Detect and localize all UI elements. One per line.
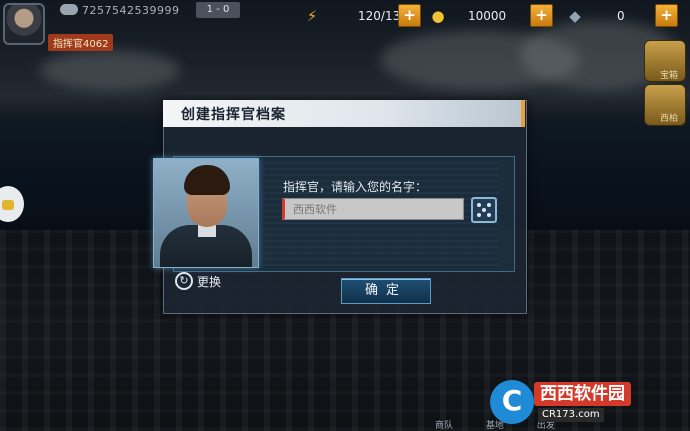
coin-stack-icon: ● (431, 7, 445, 25)
swap-portrait-button[interactable]: 更换 (197, 273, 221, 290)
watermark-logo: C 西西软件园 CR173.com (490, 380, 686, 424)
vip-badge: 1 - 0 (196, 2, 240, 18)
gold-counter: ● 10000 (428, 6, 528, 26)
player-name: 指挥官4062 (48, 34, 114, 51)
dialog-title-bar: 创建指挥官档案 (163, 100, 525, 127)
dice-pip (487, 203, 491, 207)
gold-value: 10000 (468, 9, 507, 23)
commander-portrait[interactable] (153, 158, 259, 268)
diamond-value: 0 (617, 9, 625, 23)
add-gold-button[interactable]: + (530, 4, 553, 27)
confirm-button[interactable]: 确定 (341, 278, 431, 304)
dialog-title: 创建指挥官档案 (181, 107, 286, 123)
lightning-icon: ⚡ (306, 7, 318, 25)
add-diamond-button[interactable]: + (655, 4, 678, 27)
watermark-domain: CR173.com (538, 408, 604, 422)
tab-icon (2, 200, 14, 210)
portrait-hair (184, 165, 230, 195)
player-avatar[interactable] (3, 3, 45, 45)
diamond-counter: ◆ 0 (565, 6, 635, 26)
dice-pip (487, 213, 491, 217)
diamond-icon: ◆ (569, 7, 581, 25)
player-id: 7257542539999 (82, 4, 180, 17)
top-hud: 7257542539999 1 - 0 ⚡ 120/130 + ● 10000 … (0, 0, 690, 45)
chest-label: 宝箱 (659, 71, 678, 81)
bottom-tab[interactable]: 商队 (435, 421, 453, 431)
refresh-icon[interactable]: ↻ (175, 272, 193, 290)
dice-pip (482, 208, 486, 212)
add-energy-button[interactable]: + (398, 4, 421, 27)
commander-name-input[interactable] (282, 198, 464, 220)
random-name-dice-icon[interactable] (471, 197, 497, 223)
watermark-letter: C (490, 380, 534, 424)
dice-pip (477, 213, 481, 217)
watermark-site-name: 西西软件园 (534, 382, 631, 406)
market-label: 西柏 (659, 114, 678, 124)
cloud-icon (60, 4, 78, 15)
dice-pip (477, 203, 481, 207)
name-prompt: 指挥官，请输入您的名字： (283, 180, 428, 194)
